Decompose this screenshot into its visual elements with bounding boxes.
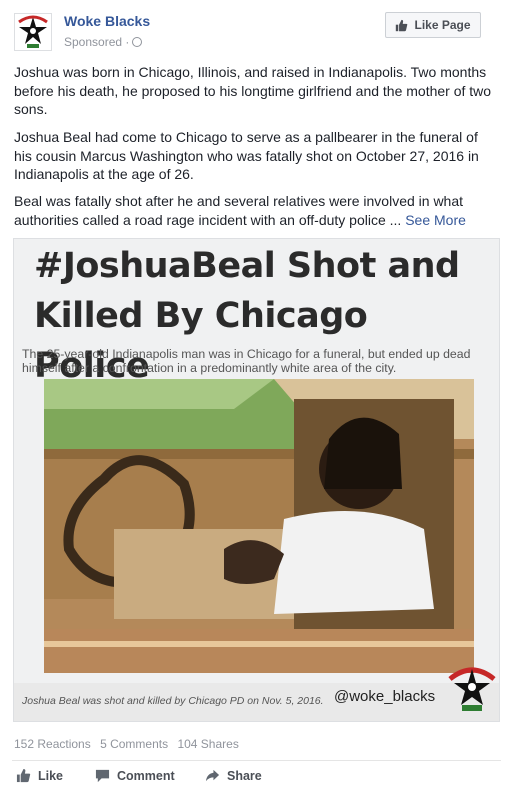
reactions-count[interactable]: 152 Reactions — [14, 737, 91, 751]
sponsored-text: Sponsored · — [64, 35, 130, 49]
post-image[interactable]: #JoshuaBeal Shot and Killed By Chicago P… — [13, 238, 500, 722]
thumbs-up-icon — [16, 768, 31, 783]
divider — [12, 760, 501, 761]
like-page-label: Like Page — [414, 18, 471, 32]
photo-illustration — [44, 379, 474, 673]
post-paragraph-3: Beal was fatally shot after he and sever… — [14, 192, 494, 229]
post-paragraph-3-text: Beal was fatally shot after he and sever… — [14, 193, 464, 228]
post-paragraph-1: Joshua was born in Chicago, Illinois, an… — [14, 64, 492, 117]
watermark-logo-icon — [448, 667, 496, 711]
share-icon — [205, 769, 220, 782]
shares-count[interactable]: 104 Shares — [177, 737, 238, 751]
thumbs-up-icon — [396, 19, 408, 31]
woke-blacks-logo-icon — [15, 14, 51, 50]
comment-button[interactable]: Comment — [95, 768, 175, 783]
page-avatar[interactable] — [14, 13, 52, 51]
page-name-link[interactable]: Woke Blacks — [64, 13, 150, 29]
globe-icon — [132, 37, 143, 47]
watermark-handle: @woke_blacks — [334, 688, 436, 705]
engagement-stats: 152 Reactions 5 Comments 104 Shares — [14, 737, 245, 751]
post-paragraph-2: Joshua Beal had come to Chicago to serve… — [14, 129, 479, 182]
caption-bar: Joshua Beal was shot and killed by Chica… — [14, 683, 499, 721]
share-button[interactable]: Share — [205, 768, 262, 783]
image-caption: Joshua Beal was shot and killed by Chica… — [22, 695, 324, 707]
share-label: Share — [227, 768, 262, 783]
sponsored-post: Woke Blacks Sponsored · Like Page Joshua… — [0, 0, 513, 800]
comment-label: Comment — [117, 768, 175, 783]
car-photo — [44, 379, 474, 673]
sponsored-label: Sponsored · — [64, 35, 143, 49]
comment-icon — [95, 769, 110, 783]
see-more-link[interactable]: See More — [405, 212, 466, 228]
like-label: Like — [38, 768, 64, 783]
like-button[interactable]: Like — [16, 768, 63, 783]
comments-count[interactable]: 5 Comments — [100, 737, 168, 751]
like-page-button[interactable]: Like Page — [385, 12, 481, 38]
image-subheadline: The 25-year-old Indianapolis man was in … — [22, 347, 471, 375]
